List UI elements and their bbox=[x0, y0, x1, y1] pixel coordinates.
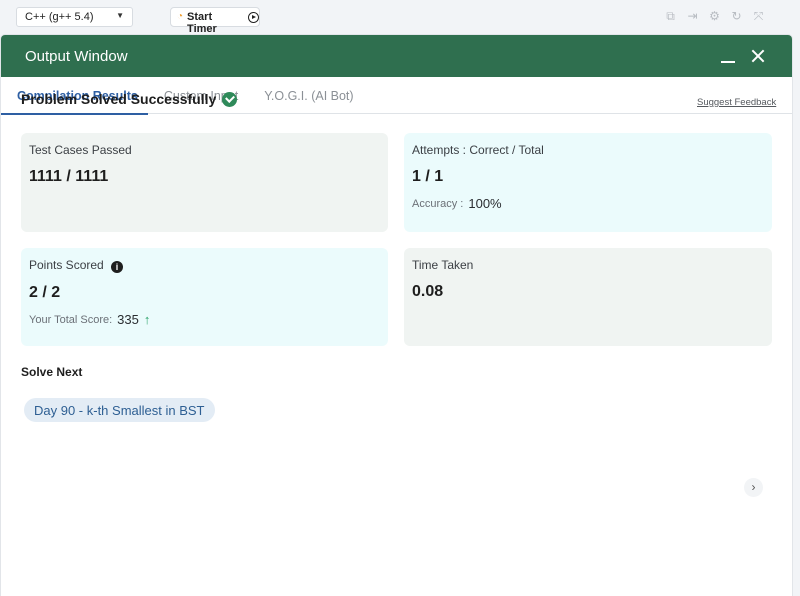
attempts-label: Attempts : Correct / Total bbox=[412, 143, 544, 157]
accuracy-row: Accuracy : 100% bbox=[412, 196, 764, 211]
editor-toolbar: C++ (g++ 5.4) ▼ ◔ Start Timer ⧉ ⇥ ⚙ ↻ ⤧ bbox=[0, 0, 800, 35]
fullscreen-icon[interactable]: ⤧ bbox=[752, 10, 765, 23]
tab-yogi-ai-bot[interactable]: Y.O.G.I. (AI Bot) bbox=[264, 77, 353, 114]
arrow-up-icon: ↑ bbox=[143, 312, 151, 327]
language-select-value: C++ (g++ 5.4) bbox=[25, 11, 94, 23]
output-window-header: Output Window bbox=[1, 35, 792, 77]
info-icon[interactable]: i bbox=[111, 261, 124, 273]
status-row: Problem Solved Successfully bbox=[21, 91, 238, 107]
total-score-value: 335 bbox=[117, 312, 139, 327]
start-timer-button[interactable]: ◔ Start Timer bbox=[170, 7, 260, 35]
status-title: Problem Solved Successfully bbox=[21, 91, 217, 107]
total-score-label: Your Total Score: bbox=[29, 313, 113, 326]
import-icon[interactable]: ⇥ bbox=[686, 10, 699, 23]
suggest-feedback-link[interactable]: Suggest Feedback bbox=[697, 97, 776, 108]
chevron-right-icon[interactable]: › bbox=[744, 478, 763, 497]
caret-down-icon: ▼ bbox=[116, 11, 124, 20]
settings-icon[interactable]: ⚙ bbox=[708, 10, 721, 23]
start-timer-label: Start Timer bbox=[187, 11, 217, 35]
scrollbar[interactable] bbox=[793, 34, 800, 596]
editor-tool-icons: ⧉ ⇥ ⚙ ↻ ⤧ bbox=[664, 10, 765, 23]
attempts-value: 1 / 1 bbox=[412, 168, 444, 185]
points-label-row: Points Scored i bbox=[29, 258, 380, 273]
points-label: Points Scored bbox=[29, 258, 104, 272]
window-title: Output Window bbox=[25, 47, 128, 65]
test-cases-card: Test Cases Passed 1111 / 1111 bbox=[21, 133, 388, 232]
time-label: Time Taken bbox=[412, 258, 474, 272]
window-controls bbox=[720, 46, 766, 66]
check-circle-icon bbox=[222, 91, 238, 107]
attempts-card: Attempts : Correct / Total 1 / 1 Accurac… bbox=[404, 133, 772, 232]
language-select[interactable]: C++ (g++ 5.4) ▼ bbox=[16, 7, 133, 27]
points-card: Points Scored i 2 / 2 Your Total Score: … bbox=[21, 248, 388, 346]
test-cases-value: 1111 / 1111 bbox=[29, 168, 109, 185]
minimize-icon[interactable] bbox=[720, 46, 736, 66]
points-value: 2 / 2 bbox=[29, 284, 61, 301]
time-card: Time Taken 0.08 bbox=[404, 248, 772, 346]
reset-icon[interactable]: ↻ bbox=[730, 10, 743, 23]
total-score-row: Your Total Score: 335 ↑ bbox=[29, 312, 380, 327]
accuracy-value: 100% bbox=[468, 196, 502, 211]
copy-icon[interactable]: ⧉ bbox=[664, 10, 677, 23]
clock-icon: ◔ bbox=[177, 11, 184, 22]
accuracy-label: Accuracy : bbox=[412, 197, 464, 210]
next-problem-chip[interactable]: Day 90 - k-th Smallest in BST bbox=[24, 398, 215, 422]
solve-next-heading: Solve Next bbox=[21, 365, 83, 379]
time-value: 0.08 bbox=[412, 283, 444, 300]
play-icon bbox=[248, 12, 259, 23]
test-cases-label: Test Cases Passed bbox=[29, 143, 132, 157]
close-icon[interactable] bbox=[750, 46, 766, 66]
